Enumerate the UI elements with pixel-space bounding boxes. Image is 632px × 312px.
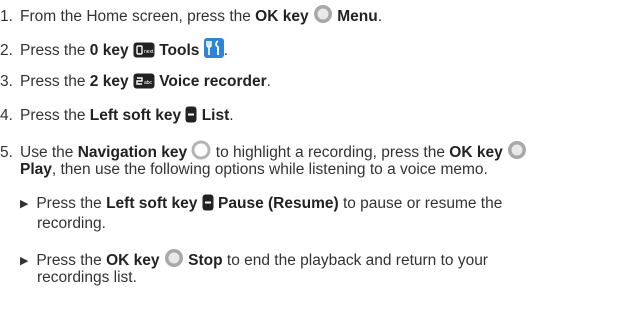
tools-icon	[203, 38, 224, 58]
function-name: Pause (Resume)	[218, 195, 339, 212]
navigation-key-icon	[191, 140, 211, 160]
step-number: 4.	[0, 107, 13, 124]
key-name: OK key	[255, 8, 309, 25]
step-5: 5. Use the Navigation key to highlight a …	[0, 140, 527, 161]
step-number: 2.	[0, 42, 13, 59]
bullet-arrow-icon: ▶	[20, 255, 29, 267]
zero-key-icon: next	[133, 42, 155, 58]
left-soft-key-icon	[202, 194, 214, 211]
step-text: From the Home screen, press the	[20, 8, 256, 25]
ok-key-icon	[507, 140, 527, 160]
step-2: 2. Press the 0 key next Tools .	[0, 38, 228, 59]
ok-key-icon	[164, 248, 184, 268]
option-1-continued: recording.	[37, 215, 106, 232]
function-name: Tools	[159, 42, 200, 59]
function-name: Voice recorder	[159, 73, 267, 90]
key-name: Left soft key	[106, 195, 198, 212]
option-1: ▶ Press the Left soft key Pause (Resume)…	[20, 194, 503, 212]
key-name: 2 key	[89, 73, 129, 90]
function-name: Menu	[337, 8, 378, 25]
step-number: 1.	[0, 8, 13, 25]
svg-text:next: next	[144, 49, 154, 55]
key-name: Left soft key	[89, 107, 182, 124]
key-name: OK key	[106, 252, 160, 269]
step-3: 3. Press the 2 key abc Voice recorder.	[0, 73, 271, 90]
left-soft-key-icon	[185, 106, 197, 123]
step-1: 1. From the Home screen, press the OK key…	[0, 4, 382, 25]
option-2: ▶ Press the OK key Stop to end the playb…	[20, 248, 488, 269]
function-name: Play	[20, 161, 52, 178]
bullet-arrow-icon: ▶	[20, 198, 29, 210]
step-4: 4. Press the Left soft key List.	[0, 106, 234, 124]
step-number: 5.	[0, 144, 13, 161]
step-5-continued: Play, then use the following options whi…	[20, 161, 488, 178]
option-2-continued: recordings list.	[37, 269, 137, 286]
key-name: OK key	[449, 144, 503, 161]
function-name: Stop	[188, 252, 223, 269]
function-name: List	[201, 107, 230, 124]
key-name: Navigation key	[77, 144, 188, 161]
step-number: 3.	[0, 73, 13, 90]
two-key-icon: abc	[133, 73, 155, 89]
svg-text:abc: abc	[144, 80, 153, 86]
ok-key-icon	[313, 4, 333, 24]
key-name: 0 key	[89, 42, 129, 59]
